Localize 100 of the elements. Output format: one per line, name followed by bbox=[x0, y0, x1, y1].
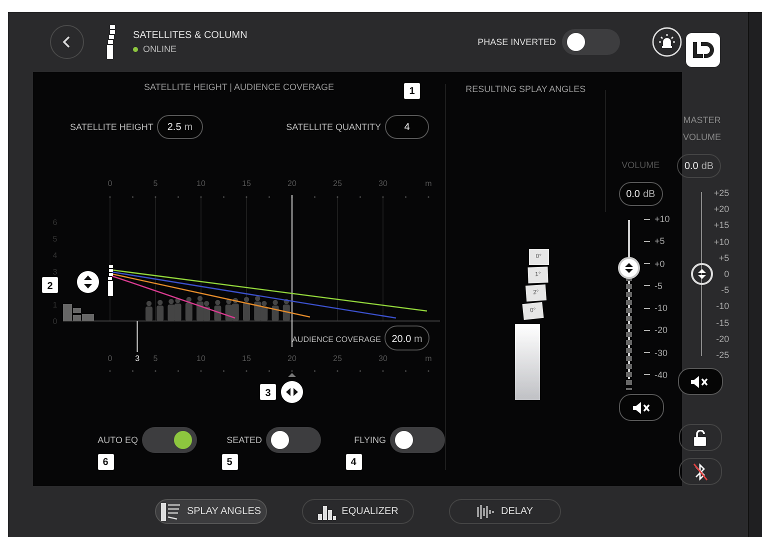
speaker-column-icon bbox=[105, 25, 117, 59]
field-label: SATELLITE QUANTITY bbox=[286, 122, 381, 132]
axis-label: 25 bbox=[333, 354, 342, 363]
scale-label: -25 bbox=[715, 350, 730, 360]
ld-logo bbox=[686, 33, 720, 67]
axis-label: m bbox=[425, 354, 432, 363]
height-handle[interactable] bbox=[77, 271, 99, 293]
toggle-switch[interactable] bbox=[142, 427, 197, 453]
scale-label: -15 bbox=[715, 318, 730, 328]
back-button[interactable] bbox=[50, 25, 84, 59]
coverage-field[interactable]: 20.0 m bbox=[384, 326, 430, 350]
tick-mark bbox=[644, 263, 650, 264]
tick-mark bbox=[644, 218, 650, 220]
bluetooth-icon bbox=[691, 462, 709, 482]
section-title: SATELLITE HEIGHT | AUDIENCE COVERAGE bbox=[144, 82, 334, 92]
status-text: ONLINE bbox=[143, 44, 177, 54]
scale-label: -30 bbox=[654, 348, 668, 358]
scale-label: -5 bbox=[720, 285, 730, 296]
axis-label: 20 bbox=[288, 179, 296, 188]
phase-switch[interactable] bbox=[562, 29, 620, 55]
axis-label: 5 bbox=[153, 354, 158, 363]
scale-label: -20 bbox=[654, 325, 668, 336]
equalizer-icon bbox=[318, 504, 336, 520]
scale-label: +10 bbox=[654, 214, 670, 224]
axis-label: 30 bbox=[378, 354, 388, 363]
step-badge: 1 bbox=[404, 83, 420, 99]
tick-mark bbox=[644, 285, 650, 286]
alarm-light-icon[interactable] bbox=[652, 27, 682, 57]
scale-label: -10 bbox=[715, 301, 730, 312]
mute-icon bbox=[632, 402, 651, 414]
axis-label: 30 bbox=[378, 179, 388, 188]
volume-field[interactable]: 0.0 dB bbox=[618, 182, 663, 206]
lock-button[interactable] bbox=[678, 424, 722, 451]
axis-label: 15 bbox=[242, 354, 251, 363]
scale-label: +5 bbox=[654, 236, 665, 246]
scale-label: 0 bbox=[723, 268, 730, 279]
volume-label: VOLUME bbox=[622, 160, 660, 170]
height-field[interactable]: 2.5 m bbox=[157, 115, 203, 139]
axis-label: 15 bbox=[242, 179, 251, 188]
axis-label: 5 bbox=[153, 179, 158, 188]
axis-label: m bbox=[425, 179, 432, 188]
field-label: AUDIENCE COVERAGE bbox=[292, 335, 381, 344]
axis-label: 10 bbox=[196, 354, 206, 363]
step-badge: 6 bbox=[98, 454, 114, 470]
scale-label: +25 bbox=[714, 188, 730, 198]
toggle-switch[interactable] bbox=[390, 427, 445, 453]
scale-label: +15 bbox=[714, 220, 730, 230]
chevron-left-icon bbox=[62, 36, 72, 48]
coverage-marker[interactable] bbox=[291, 195, 293, 347]
speaker-icon bbox=[108, 265, 113, 296]
switch-label: SEATED bbox=[226, 435, 262, 445]
scale-label: +10 bbox=[714, 236, 730, 247]
step-badge: 5 bbox=[222, 454, 238, 470]
section-title: RESULTING SPLAY ANGLES bbox=[466, 84, 586, 94]
tick-mark bbox=[644, 330, 650, 331]
axis-label: 25 bbox=[333, 179, 342, 188]
scale-label: -40 bbox=[654, 370, 668, 380]
scale-label: -20 bbox=[715, 334, 730, 344]
position-marker[interactable] bbox=[136, 321, 138, 352]
waveform-icon bbox=[476, 504, 495, 520]
switch-label: AUTO EQ bbox=[96, 435, 138, 445]
axis-label: 20 bbox=[288, 354, 296, 363]
master-volume-field[interactable]: 0.0 dB bbox=[677, 154, 721, 178]
axis-label: 10 bbox=[196, 179, 206, 188]
tab-button[interactable]: DELAY bbox=[449, 499, 561, 524]
step-badge: 2 bbox=[42, 277, 58, 293]
coverage-handle[interactable] bbox=[281, 381, 303, 403]
tick-mark bbox=[644, 374, 650, 376]
mute-button[interactable] bbox=[678, 368, 722, 395]
scale-label: +20 bbox=[714, 204, 730, 214]
splay-icon bbox=[160, 502, 181, 520]
mute-icon bbox=[691, 376, 709, 388]
position-label: 3 bbox=[135, 354, 140, 363]
phase-label: PHASE INVERTED bbox=[478, 37, 556, 47]
quantity-field[interactable]: 4 bbox=[385, 115, 429, 139]
axis-label: 0 bbox=[108, 354, 112, 363]
scale-label: -10 bbox=[654, 303, 668, 314]
scale-label: -5 bbox=[654, 280, 663, 291]
tick-mark bbox=[644, 352, 650, 354]
step-badge: 4 bbox=[346, 454, 362, 470]
master-slider-handle[interactable] bbox=[690, 263, 713, 285]
mute-button[interactable] bbox=[619, 394, 664, 421]
volume-slider-handle[interactable] bbox=[618, 256, 640, 279]
field-label: SATELLITE HEIGHT bbox=[70, 122, 154, 132]
scale-label: +5 bbox=[718, 252, 730, 263]
master-volume-label: MASTER VOLUME bbox=[682, 114, 722, 144]
step-badge: 3 bbox=[260, 384, 276, 400]
tick-mark bbox=[644, 308, 650, 309]
switch-label: FLYING bbox=[353, 435, 386, 445]
tick-mark bbox=[644, 240, 650, 242]
scale-label: +0 bbox=[654, 258, 665, 269]
subwoofer-icon bbox=[63, 304, 94, 321]
tab-button[interactable]: EQUALIZER bbox=[302, 499, 414, 524]
bluetooth-button[interactable] bbox=[678, 458, 722, 485]
toggle-switch[interactable] bbox=[266, 427, 321, 453]
pointer-icon bbox=[288, 373, 296, 377]
device-title: SATELLITES & COLUMN bbox=[133, 30, 248, 41]
lock-icon bbox=[693, 430, 707, 446]
axis-label: 0 bbox=[108, 179, 112, 188]
tab-button[interactable]: SPLAY ANGLES bbox=[155, 499, 267, 524]
